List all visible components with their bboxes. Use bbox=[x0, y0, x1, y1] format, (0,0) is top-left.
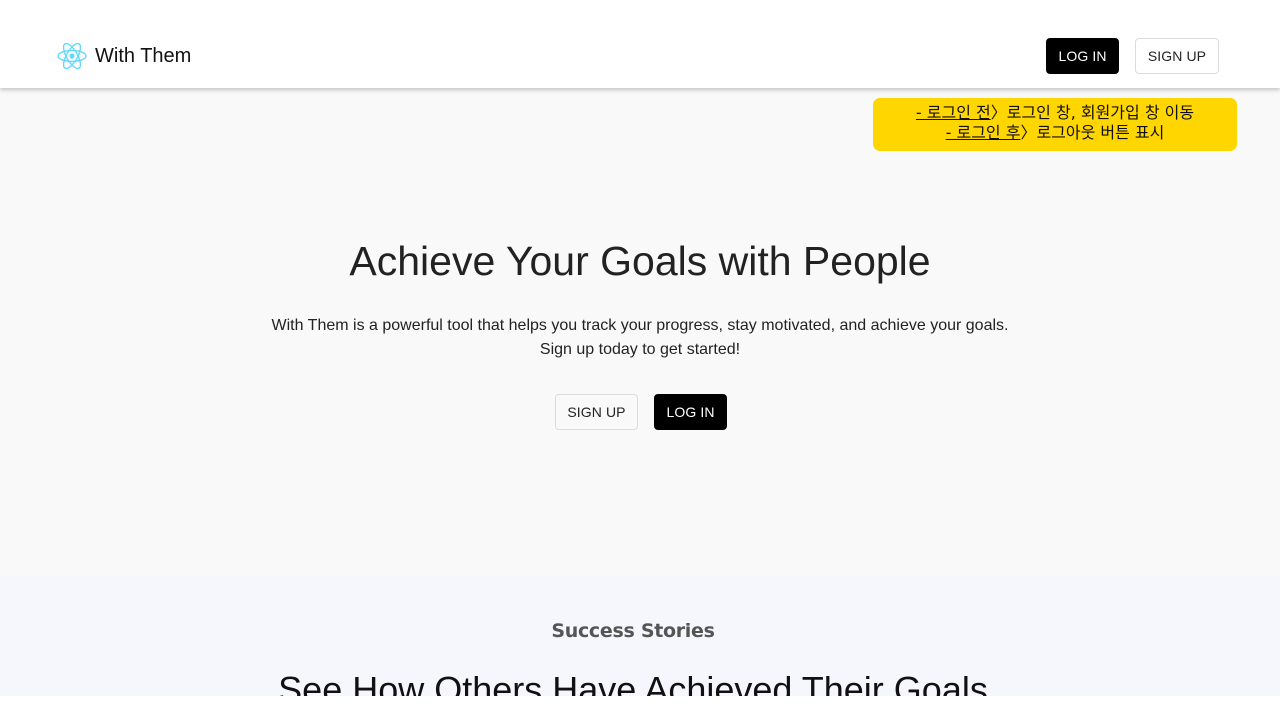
annotation-text-after-login: 〉로그아웃 버튼 표시 bbox=[1020, 123, 1165, 142]
page: With Them LOG IN SIGN UP - 로그인 전〉로그인 창, … bbox=[0, 0, 1280, 720]
annotation-text-before-login: 〉로그인 창, 회원가입 창 이동 bbox=[990, 103, 1195, 122]
hero-description: With Them is a powerful tool that helps … bbox=[0, 314, 1280, 362]
hero-description-line: With Them is a powerful tool that helps … bbox=[271, 317, 1009, 334]
section-title: See How Others Have Achieved Their Goals bbox=[278, 669, 988, 696]
hero-signup-button[interactable]: SIGN UP bbox=[555, 394, 638, 430]
annotation-key-before-login: - 로그인 전 bbox=[915, 103, 991, 122]
atom-icon bbox=[56, 40, 88, 72]
bottom-strip bbox=[0, 696, 1280, 720]
hero-description-line: Sign up today to get started! bbox=[539, 341, 741, 358]
brand[interactable]: With Them bbox=[56, 40, 191, 72]
hero-login-button[interactable]: LOG IN bbox=[654, 394, 727, 430]
hero-title: Achieve Your Goals with People bbox=[349, 238, 931, 284]
annotation-line-before-login: - 로그인 전〉로그인 창, 회원가입 창 이동 bbox=[873, 103, 1237, 123]
section-eyebrow: Success Stories bbox=[551, 620, 715, 642]
annotation-line-after-login: - 로그인 후〉로그아웃 버튼 표시 bbox=[873, 123, 1237, 143]
annotation-key-after-login: - 로그인 후 bbox=[945, 123, 1021, 142]
header-login-button[interactable]: LOG IN bbox=[1046, 38, 1119, 74]
hero-section: - 로그인 전〉로그인 창, 회원가입 창 이동 - 로그인 후〉로그아웃 버튼… bbox=[0, 88, 1280, 576]
annotation-note: - 로그인 전〉로그인 창, 회원가입 창 이동 - 로그인 후〉로그아웃 버튼… bbox=[873, 98, 1237, 151]
success-stories-section: Success Stories See How Others Have Achi… bbox=[0, 576, 1280, 696]
top-navbar: With Them LOG IN SIGN UP bbox=[0, 0, 1280, 88]
brand-name: With Them bbox=[95, 44, 192, 67]
header-signup-button[interactable]: SIGN UP bbox=[1135, 38, 1219, 74]
